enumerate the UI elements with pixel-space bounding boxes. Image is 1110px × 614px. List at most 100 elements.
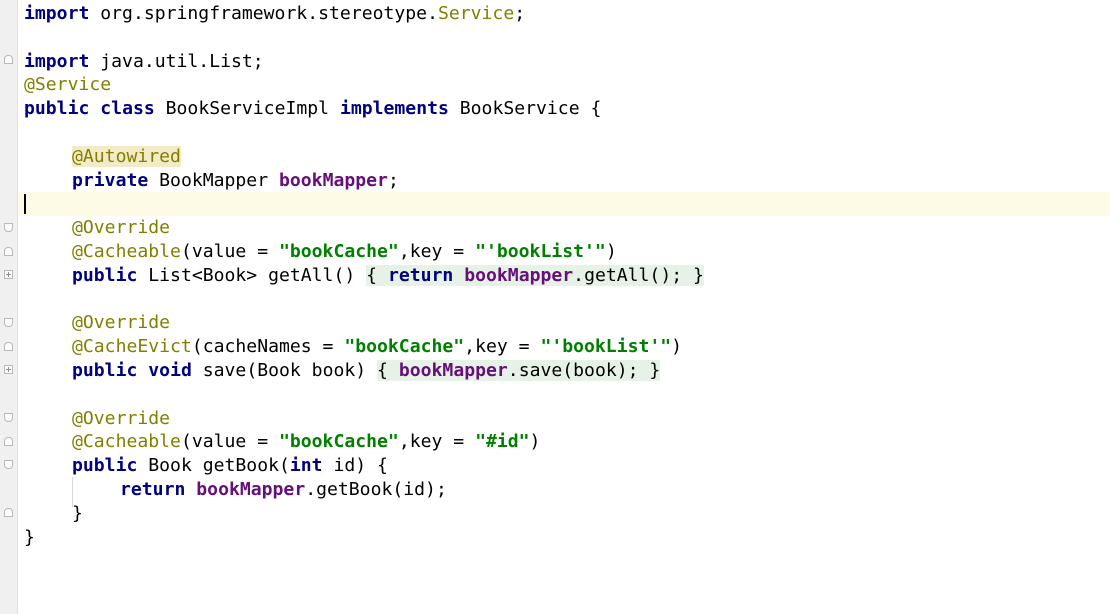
folded-region[interactable]: { return bookMapper.getAll(); } bbox=[366, 264, 704, 286]
punctuation: ; bbox=[514, 3, 526, 24]
code-line[interactable] bbox=[18, 383, 1110, 407]
keyword: private bbox=[72, 169, 149, 191]
annotation: @Override bbox=[72, 407, 171, 429]
code-line[interactable]: @Override bbox=[18, 216, 1110, 240]
fold-marker-icon[interactable] bbox=[4, 55, 13, 64]
code-line[interactable]: @Cacheable(value = "bookCache",key = "'b… bbox=[18, 240, 1110, 264]
field-name: bookMapper bbox=[398, 359, 508, 381]
keyword: return bbox=[387, 264, 454, 286]
code-line[interactable]: public List<Book> getAll() { return book… bbox=[18, 264, 1110, 288]
keyword: import bbox=[24, 3, 90, 24]
code-line[interactable]: private BookMapper bookMapper; bbox=[18, 169, 1110, 193]
field-name: bookMapper bbox=[196, 478, 306, 500]
class-name: BookServiceImpl bbox=[154, 98, 340, 120]
code-text: .save(book); bbox=[507, 359, 650, 381]
string-literal: "#id" bbox=[475, 431, 530, 453]
class-ref: Service bbox=[437, 3, 515, 24]
code-text: ) bbox=[605, 240, 617, 262]
annotation: @CacheEvict bbox=[72, 336, 192, 358]
code-editor[interactable]: import org.springframework.stereotype.Se… bbox=[18, 2, 1110, 549]
brace: } bbox=[24, 526, 35, 548]
current-line[interactable] bbox=[18, 192, 1110, 217]
text-caret bbox=[24, 194, 26, 215]
type-name: BookMapper bbox=[148, 169, 279, 191]
brace: { bbox=[377, 359, 388, 381]
annotation: @Autowired bbox=[72, 145, 181, 167]
code-line[interactable]: @Override bbox=[18, 311, 1110, 335]
code-line[interactable]: public void save(Book book) { bookMapper… bbox=[18, 359, 1110, 383]
code-text: (value = bbox=[180, 431, 279, 453]
string-literal: "bookCache" bbox=[344, 336, 465, 358]
string-literal: "'bookList'" bbox=[475, 240, 606, 262]
fold-marker-icon[interactable] bbox=[4, 437, 13, 446]
code-line[interactable] bbox=[18, 26, 1110, 50]
fold-marker-icon[interactable] bbox=[4, 318, 13, 327]
editor-gutter[interactable] bbox=[0, 0, 18, 614]
code-text: (value = bbox=[180, 240, 279, 262]
folded-region[interactable]: { bookMapper.save(book); } bbox=[377, 359, 661, 381]
code-line[interactable]: } bbox=[18, 526, 1110, 550]
fold-marker-icon[interactable] bbox=[4, 247, 13, 256]
code-text: ,key = bbox=[398, 240, 476, 262]
code-text: ) bbox=[529, 431, 541, 453]
keyword: implements bbox=[339, 98, 449, 120]
code-line[interactable]: } bbox=[18, 502, 1110, 526]
fold-marker-icon[interactable] bbox=[4, 223, 13, 232]
keyword: void bbox=[148, 359, 192, 381]
keyword: int bbox=[289, 455, 323, 477]
code-line[interactable]: import org.springframework.stereotype.Se… bbox=[18, 2, 1110, 26]
code-line[interactable] bbox=[18, 288, 1110, 312]
keyword: import bbox=[24, 50, 90, 72]
code-line[interactable]: @CacheEvict(cacheNames = "bookCache",key… bbox=[18, 335, 1110, 359]
code-text: ,key = bbox=[398, 431, 476, 453]
code-line[interactable]: @Service bbox=[18, 73, 1110, 97]
keyword: return bbox=[120, 478, 186, 500]
interface-name: BookService { bbox=[448, 98, 602, 120]
method-signature: Book getBook( bbox=[137, 455, 290, 477]
keyword: public bbox=[24, 98, 90, 120]
keyword: public bbox=[72, 359, 138, 381]
keyword: public bbox=[72, 264, 138, 286]
punctuation: ; bbox=[387, 169, 399, 191]
annotation: @Override bbox=[72, 217, 171, 239]
package-path: org.springframework.stereotype. bbox=[89, 3, 438, 24]
brace: } bbox=[693, 264, 704, 286]
fold-marker-icon[interactable] bbox=[4, 413, 13, 422]
code-line[interactable]: public Book getBook(int id) { bbox=[18, 454, 1110, 478]
code-line[interactable]: @Cacheable(value = "bookCache",key = "#i… bbox=[18, 430, 1110, 454]
brace: { bbox=[366, 264, 378, 286]
code-text: .getBook(id); bbox=[305, 478, 447, 500]
import-path: java.util.List; bbox=[89, 50, 264, 72]
code-text: ,key = bbox=[464, 336, 541, 358]
code-line[interactable]: public class BookServiceImpl implements … bbox=[18, 97, 1110, 121]
brace: } bbox=[72, 502, 83, 524]
annotation: @Cacheable bbox=[72, 240, 181, 262]
fold-expand-icon[interactable] bbox=[4, 365, 13, 374]
method-signature: id) { bbox=[322, 455, 388, 477]
method-signature: save(Book book) bbox=[191, 359, 378, 381]
fold-marker-icon[interactable] bbox=[4, 342, 13, 351]
fold-marker-icon[interactable] bbox=[4, 508, 13, 517]
keyword: class bbox=[100, 98, 155, 120]
string-literal: "bookCache" bbox=[278, 240, 399, 262]
code-line[interactable]: return bookMapper.getBook(id); bbox=[18, 478, 1110, 502]
method-signature: List<Book> getAll() bbox=[137, 264, 367, 286]
string-literal: "'bookList'" bbox=[540, 336, 672, 358]
code-text: ) bbox=[671, 336, 683, 358]
string-literal: "bookCache" bbox=[278, 431, 399, 453]
keyword: public bbox=[72, 455, 138, 477]
fold-marker-icon[interactable] bbox=[4, 460, 13, 469]
brace: } bbox=[649, 359, 661, 381]
field-name: bookMapper bbox=[464, 264, 574, 286]
annotation: @Cacheable bbox=[72, 431, 181, 453]
code-line[interactable]: @Autowired bbox=[18, 145, 1110, 169]
field-name: bookMapper bbox=[279, 169, 388, 191]
code-text: .getAll(); bbox=[573, 264, 693, 286]
annotation: @Override bbox=[72, 312, 171, 334]
annotation: @Service bbox=[24, 74, 112, 96]
fold-expand-icon[interactable] bbox=[4, 270, 13, 279]
code-line[interactable] bbox=[18, 121, 1110, 145]
code-text: (cacheNames = bbox=[191, 336, 345, 358]
code-line[interactable]: import java.util.List; bbox=[18, 50, 1110, 74]
code-line[interactable]: @Override bbox=[18, 407, 1110, 431]
